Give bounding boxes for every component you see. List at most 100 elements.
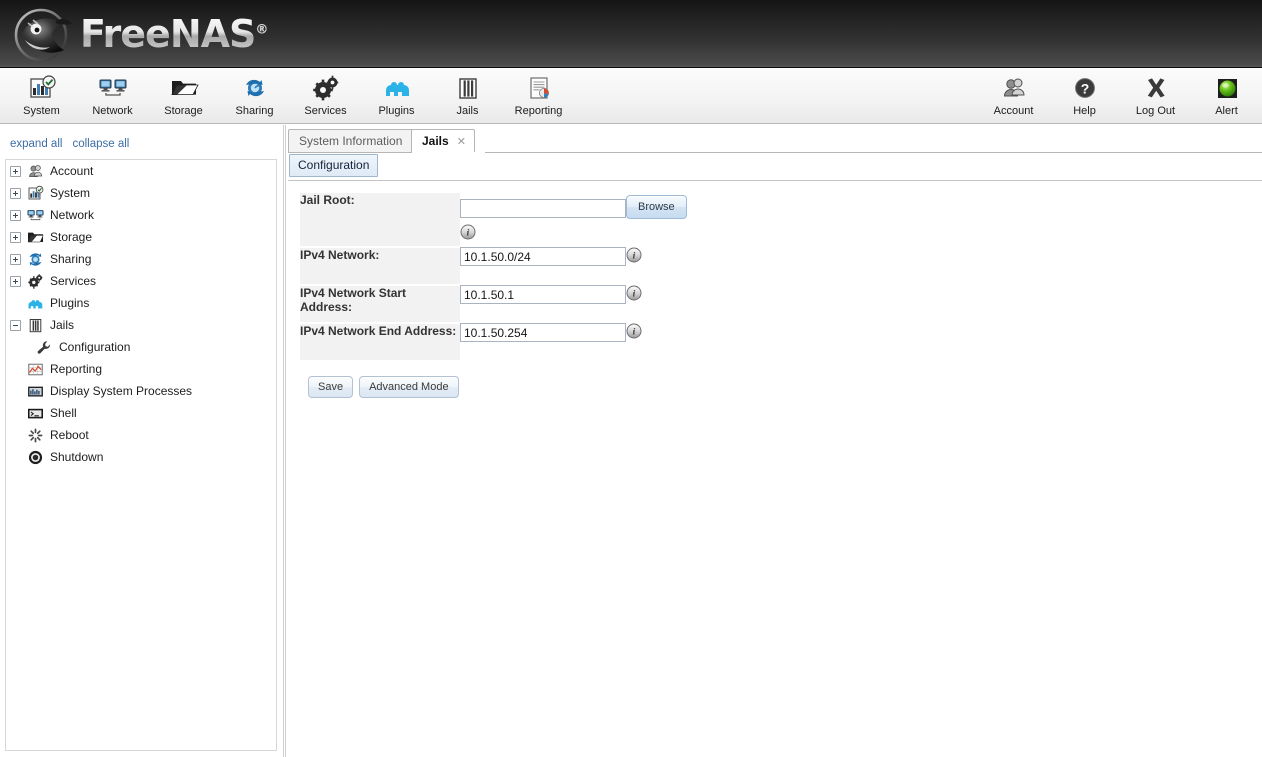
sidebar-item-shutdown[interactable]: Shutdown	[6, 446, 276, 468]
tree-controls: expand all collapse all	[10, 138, 139, 150]
toolbar-item-services[interactable]: Services	[290, 69, 361, 124]
toolbar-item-sharing[interactable]: Sharing	[219, 69, 290, 124]
sidebar-item-label: Account	[50, 164, 94, 178]
jail-configuration-form: Jail Root: i Browse IPv4 Network: 10.1.5…	[300, 193, 687, 398]
content-top-divider	[288, 180, 1262, 181]
account-users-icon	[29, 164, 43, 177]
wrench-icon	[37, 340, 51, 354]
reporting-report-icon	[529, 77, 549, 99]
ipv4-network-start-address-input[interactable]	[460, 285, 626, 304]
expand-toggle-icon[interactable]	[10, 209, 21, 221]
sub-tab-bar: Configuration	[288, 154, 1262, 178]
sub-tab-configuration[interactable]: Configuration	[289, 154, 379, 177]
navigation-tree: Account System Network Storage Sharing S…	[5, 159, 277, 751]
toolbar-item-plugins[interactable]: Plugins	[361, 69, 432, 124]
form-table: Jail Root: i Browse IPv4 Network: 10.1.5…	[300, 193, 687, 362]
collapse-toggle-icon[interactable]	[10, 319, 21, 331]
services-gears-icon	[28, 273, 43, 289]
sidebar-item-jails[interactable]: Jails	[6, 314, 276, 336]
info-icon[interactable]: i	[626, 323, 642, 339]
expand-toggle-icon[interactable]	[10, 231, 21, 243]
sidebar-item-reboot[interactable]: Reboot	[6, 424, 276, 446]
jails-bars-icon	[458, 78, 477, 99]
sidebar-item-display-system-processes[interactable]: Display System Processes	[6, 380, 276, 402]
info-icon[interactable]: i	[460, 224, 476, 240]
collapse-all-link[interactable]: collapse all	[72, 138, 129, 150]
sidebar-item-label: Storage	[50, 230, 93, 244]
form-row-ipv4-end-address: IPv4 Network End Address: i	[300, 323, 687, 362]
sidebar-item-label: Jails	[50, 318, 75, 332]
plugins-puzzle-icon	[385, 82, 409, 96]
field-label: IPv4 Network End Address:	[300, 324, 457, 338]
sidebar-item-network[interactable]: Network	[6, 204, 276, 226]
info-icon[interactable]: i	[626, 285, 642, 301]
toolbar-item-help[interactable]: ? Help	[1049, 69, 1120, 124]
sidebar-item-shell[interactable]: Shell	[6, 402, 276, 424]
sidebar-item-services[interactable]: Services	[6, 270, 276, 292]
toolbar-item-label: Log Out	[1135, 105, 1176, 117]
info-icon[interactable]: i	[626, 247, 642, 263]
pane-splitter[interactable]	[282, 125, 287, 757]
network-monitors-icon	[27, 209, 44, 220]
form-aux-cell: i	[626, 247, 687, 285]
form-field-cell: i	[460, 193, 626, 247]
toolbar-item-jails[interactable]: Jails	[432, 69, 503, 124]
form-field-cell	[460, 285, 626, 323]
sidebar-item-label: Plugins	[50, 296, 90, 310]
reboot-spinner-icon	[28, 428, 43, 442]
advanced-mode-button[interactable]: Advanced Mode	[359, 376, 459, 398]
svg-text:i: i	[633, 290, 636, 300]
reporting-graph-icon	[28, 363, 43, 375]
storage-folder-icon	[170, 81, 199, 95]
sidebar-item-system[interactable]: System	[6, 182, 276, 204]
sidebar: expand all collapse all Account System N…	[0, 125, 282, 757]
toolbar-item-storage[interactable]: Storage	[148, 69, 219, 124]
plugins-puzzle-icon	[28, 299, 43, 308]
shutdown-power-icon	[28, 450, 43, 464]
expand-toggle-icon[interactable]	[10, 187, 21, 199]
sidebar-item-sharing[interactable]: Sharing	[6, 248, 276, 270]
form-label-cell: IPv4 Network Start Address:	[300, 285, 460, 324]
content-area: System Information ✕ Jails ✕ Configurati…	[288, 125, 1262, 757]
toolbar-item-system[interactable]: System	[6, 69, 77, 124]
ipv4-network-end-address-input[interactable]	[460, 323, 626, 342]
expand-toggle-icon[interactable]	[10, 275, 21, 287]
save-button[interactable]: Save	[308, 376, 354, 398]
sidebar-item-label: Services	[50, 274, 97, 288]
sidebar-item-configuration[interactable]: Configuration	[6, 336, 276, 358]
expand-all-link[interactable]: expand all	[10, 138, 62, 150]
toolbar-item-label: Account	[993, 105, 1034, 117]
expand-toggle-icon[interactable]	[10, 253, 21, 265]
registered-mark-icon: ®	[255, 22, 268, 38]
close-icon[interactable]: ✕	[457, 135, 466, 148]
toolbar-item-reporting[interactable]: Reporting	[503, 69, 574, 124]
toolbar-item-account[interactable]: Account	[978, 69, 1049, 124]
toolbar-item-label: Network	[92, 105, 133, 117]
shell-terminal-icon	[27, 408, 43, 418]
sidebar-item-storage[interactable]: Storage	[6, 226, 276, 248]
toolbar-item-label: Jails	[456, 105, 479, 117]
ipv4-network-input[interactable]	[460, 247, 626, 266]
browse-button[interactable]: Browse	[626, 195, 687, 219]
toolbar-right-group: Account ? Help Log Out Alert	[978, 69, 1262, 124]
jail-root-input[interactable]	[460, 199, 626, 218]
jails-bars-icon	[29, 318, 42, 332]
sidebar-item-label: Configuration	[59, 340, 131, 354]
view-tabs: System Information ✕ Jails ✕	[288, 129, 1262, 153]
toolbar-item-network[interactable]: Network	[77, 69, 148, 124]
toolbar-item-logout[interactable]: Log Out	[1120, 69, 1191, 124]
sidebar-item-plugins[interactable]: Plugins	[6, 292, 276, 314]
toolbar-item-label: Reporting	[514, 105, 563, 117]
sidebar-item-reporting[interactable]: Reporting	[6, 358, 276, 380]
sidebar-item-account[interactable]: Account	[6, 160, 276, 182]
expand-toggle-icon[interactable]	[10, 165, 21, 177]
tab-system-information[interactable]: System Information ✕	[288, 129, 429, 152]
tab-jails[interactable]: Jails ✕	[411, 129, 475, 152]
toolbar-item-alert[interactable]: Alert	[1191, 69, 1262, 124]
system-chart-icon	[28, 185, 44, 199]
form-row-ipv4-network: IPv4 Network: i	[300, 247, 687, 286]
svg-text:?: ?	[1080, 80, 1089, 96]
sidebar-item-label: System	[50, 186, 91, 200]
toolbar-item-label: Sharing	[235, 105, 274, 117]
sidebar-item-label: Sharing	[50, 252, 92, 266]
